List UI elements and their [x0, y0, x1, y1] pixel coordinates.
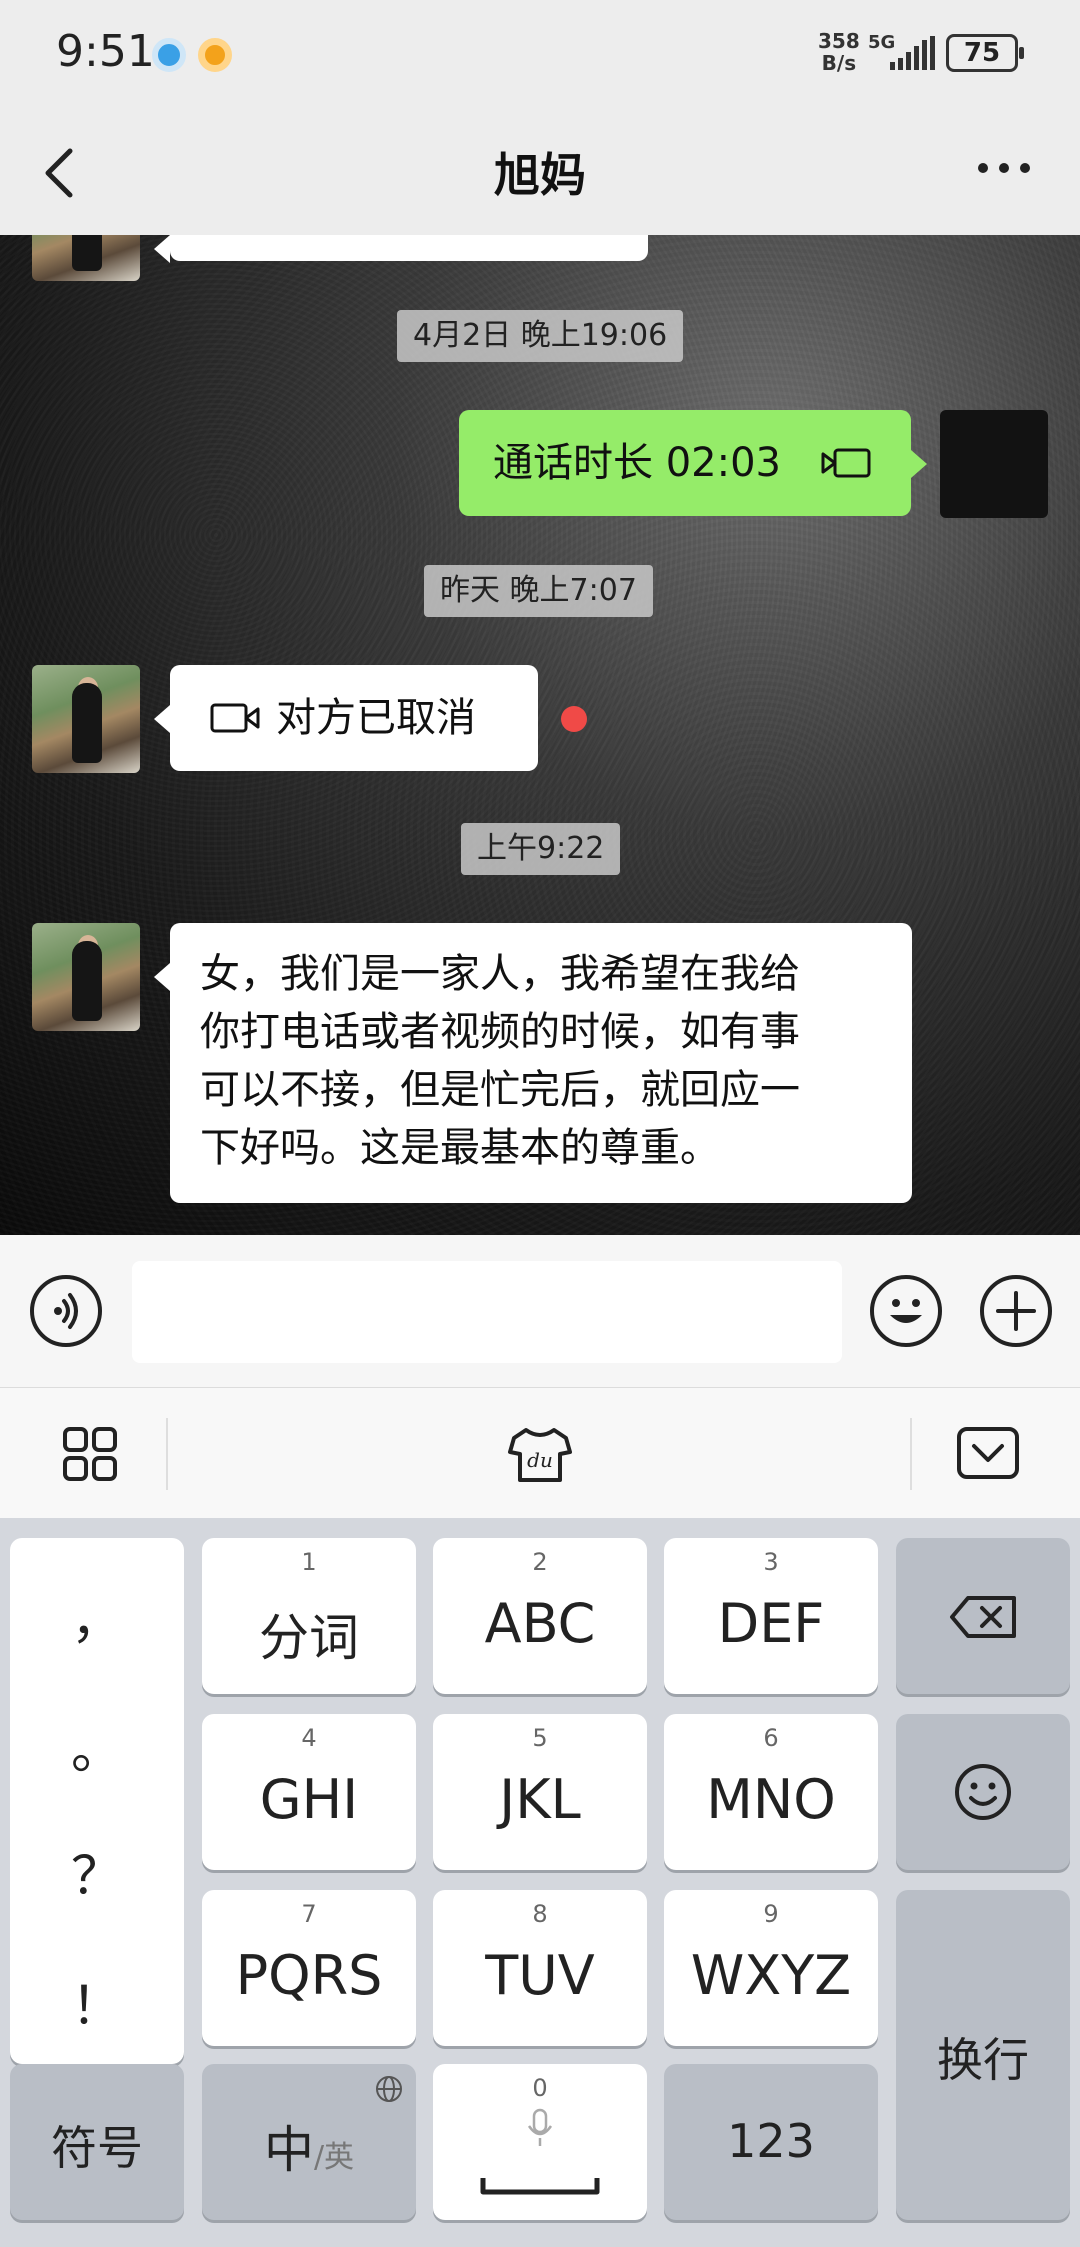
emoji-button[interactable] — [870, 1275, 942, 1347]
signal-icon — [890, 36, 935, 70]
notification-app-icon — [198, 38, 232, 72]
keyboard-logo-text: du — [527, 1448, 553, 1472]
key-5[interactable]: 5 JKL — [433, 1714, 647, 1870]
message-line: 可以不接，但是忙完后，就回应一 — [200, 1067, 800, 1113]
punct-comma[interactable]: ， — [10, 1578, 184, 1653]
contact-avatar[interactable] — [32, 665, 140, 773]
voice-icon — [54, 1293, 78, 1329]
language-switch-key[interactable]: 中/英 — [202, 2064, 416, 2220]
hide-keyboard-icon[interactable] — [956, 1426, 1020, 1480]
t9-keyboard: ， 。 ？ ！ 1 分词 2 ABC 3 DEF 4 GHI 5 JKL 6 M… — [0, 1518, 1080, 2247]
more-actions-button[interactable] — [980, 1275, 1052, 1347]
message-timestamp: 上午9:22 — [461, 823, 621, 875]
cancelled-call-bubble[interactable]: 对方已取消 — [154, 665, 538, 771]
more-options-icon[interactable] — [976, 161, 1032, 175]
emoji-key[interactable] — [896, 1714, 1070, 1870]
key-9[interactable]: 9 WXYZ — [664, 1890, 878, 2046]
smiley-icon — [890, 1299, 922, 1323]
keyboard-skin-button[interactable]: du — [506, 1424, 574, 1486]
toolbar-divider — [910, 1418, 912, 1490]
grid-menu-icon[interactable] — [62, 1426, 118, 1482]
key-1[interactable]: 1 分词 — [202, 1538, 416, 1694]
network-speed: 358 B/s — [818, 29, 860, 75]
video-call-icon — [210, 703, 260, 733]
message-input[interactable] — [132, 1261, 842, 1363]
punct-exclaim[interactable]: ！ — [10, 1964, 184, 2039]
punct-question[interactable]: ？ — [10, 1834, 184, 1909]
message-list[interactable]: 4月2日 晚上19:06 通话时长 02:03 昨天 晚上7:07 对方已取消 … — [0, 235, 1080, 1235]
microphone-icon — [527, 2108, 553, 2146]
space-key[interactable]: 0 — [433, 2064, 647, 2220]
chat-screen: 9:51 358 B/s 5G 75 旭妈 4月2日 晚上19:06 通话时长 … — [0, 0, 1080, 2247]
voice-input-button[interactable] — [30, 1275, 102, 1347]
enter-key[interactable]: 换行 — [896, 1890, 1070, 2220]
contact-avatar[interactable] — [32, 235, 140, 281]
message-line: 女，我们是一家人，我希望在我给 — [200, 951, 800, 997]
smiley-icon — [955, 1764, 1011, 1820]
chat-title: 旭妈 — [494, 148, 586, 202]
numbers-key[interactable]: 123 — [664, 2064, 878, 2220]
status-bar: 9:51 358 B/s 5G 75 — [0, 0, 1080, 105]
message-line: 你打电话或者视频的时候，如有事 — [200, 1009, 800, 1055]
my-avatar[interactable] — [940, 410, 1048, 518]
punctuation-column[interactable]: ， 。 ？ ！ — [10, 1538, 184, 2064]
key-7[interactable]: 7 PQRS — [202, 1890, 416, 2046]
message-timestamp: 4月2日 晚上19:06 — [397, 310, 684, 362]
notification-app-icon — [152, 38, 186, 72]
toolbar-divider — [166, 1418, 168, 1490]
punct-period[interactable]: 。 — [10, 1708, 184, 1783]
input-bar — [0, 1235, 1080, 1388]
text-message-bubble[interactable]: 女，我们是一家人，我希望在我给 你打电话或者视频的时候，如有事 可以不接，但是忙… — [154, 923, 912, 1203]
keyboard-toolbar: du — [0, 1388, 1080, 1518]
message-timestamp: 昨天 晚上7:07 — [424, 565, 653, 617]
key-6[interactable]: 6 MNO — [664, 1714, 878, 1870]
message-line: 下好吗。这是最基本的尊重。 — [200, 1125, 720, 1171]
key-2[interactable]: 2 ABC — [433, 1538, 647, 1694]
backspace-icon — [950, 1596, 1016, 1638]
contact-avatar[interactable] — [32, 923, 140, 1031]
plus-icon — [996, 1291, 1036, 1331]
globe-icon — [376, 2076, 402, 2102]
key-3[interactable]: 3 DEF — [664, 1538, 878, 1694]
key-4[interactable]: 4 GHI — [202, 1714, 416, 1870]
space-bar-icon — [480, 2178, 600, 2195]
backspace-key[interactable] — [896, 1538, 1070, 1694]
video-call-icon — [821, 448, 871, 478]
symbols-key[interactable]: 符号 — [10, 2064, 184, 2220]
unread-dot — [561, 706, 587, 732]
message-bubble-partial[interactable] — [154, 235, 648, 263]
chat-header: 旭妈 — [0, 105, 1080, 235]
call-duration-bubble[interactable]: 通话时长 02:03 — [459, 410, 927, 516]
battery-icon: 75 — [946, 34, 1024, 72]
status-time: 9:51 — [56, 26, 155, 77]
key-8[interactable]: 8 TUV — [433, 1890, 647, 2046]
